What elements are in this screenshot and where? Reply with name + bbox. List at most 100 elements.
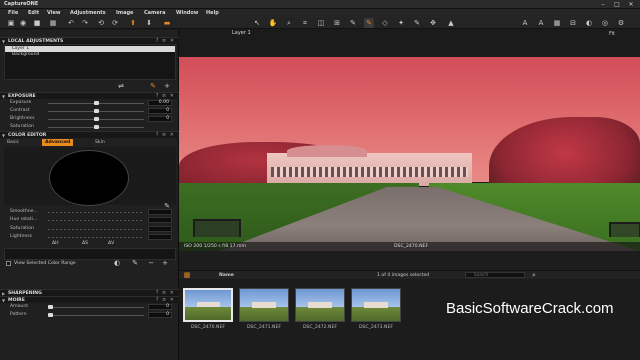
zoom-fit-label[interactable]: Fit bbox=[609, 31, 615, 37]
layer-menu-icon[interactable]: ⇌ bbox=[116, 81, 126, 91]
slider-value-field[interactable] bbox=[148, 209, 172, 215]
slider-value-field[interactable]: 0 bbox=[148, 304, 172, 310]
menu-adjustments[interactable]: Adjustments bbox=[70, 10, 106, 16]
thumbnail[interactable] bbox=[295, 288, 345, 322]
slider-knob[interactable] bbox=[93, 125, 99, 129]
straighten-tool-icon[interactable]: ◫ bbox=[316, 18, 326, 28]
slider-knob[interactable] bbox=[93, 117, 99, 121]
layer-brush-icon[interactable]: ✎ bbox=[148, 81, 158, 91]
moire-header[interactable]: ▼ MOIRE ? ≡ ✕ bbox=[0, 296, 179, 303]
collapse-icon[interactable]: ▼ bbox=[2, 133, 5, 138]
capture-icon[interactable]: ◉ bbox=[18, 18, 28, 28]
sharpening-header[interactable]: ▶ SHARPENING ? ≡ ✕ bbox=[0, 289, 179, 296]
thumbnail[interactable] bbox=[239, 288, 289, 322]
grid-view-icon[interactable]: ▦ bbox=[182, 270, 192, 280]
tab-skin-tone[interactable]: Skin tone bbox=[92, 139, 108, 152]
slider-track[interactable] bbox=[48, 315, 144, 316]
slider-track[interactable] bbox=[48, 307, 144, 308]
slider-value-field[interactable]: 0 bbox=[148, 108, 172, 114]
menu-help[interactable]: Help bbox=[206, 10, 219, 16]
slider-value-field[interactable] bbox=[148, 217, 172, 223]
picker-icon[interactable]: ✎ bbox=[130, 258, 140, 268]
exposure-warning-icon[interactable]: ▲ bbox=[446, 18, 456, 28]
move-tool-icon[interactable]: ✥ bbox=[428, 18, 438, 28]
apply-adjustments-icon[interactable]: ⬇ bbox=[144, 18, 154, 28]
exif-info: ISO 200 1/250 s f/8 17 mm bbox=[184, 244, 246, 249]
menu-file[interactable]: File bbox=[8, 10, 18, 16]
layer-dropdown[interactable]: Layer 1 bbox=[232, 30, 312, 38]
settings-icon[interactable]: ⚙ bbox=[616, 18, 626, 28]
minimize-icon[interactable]: – bbox=[596, 0, 610, 9]
moire-amount-row: Amount 0 bbox=[0, 303, 179, 311]
menu-camera[interactable]: Camera bbox=[144, 10, 165, 16]
tab-advanced[interactable]: Advanced bbox=[42, 139, 74, 146]
maximize-icon[interactable]: □ bbox=[610, 0, 624, 9]
menu-window[interactable]: Window bbox=[176, 10, 198, 16]
text-style-icon[interactable]: A bbox=[536, 18, 546, 28]
slider-knob[interactable] bbox=[93, 109, 99, 113]
cursor-tool-icon[interactable]: ↖ bbox=[252, 18, 262, 28]
delta-s-label: ΔS bbox=[82, 241, 89, 246]
zoom-tool-icon[interactable]: ⌕ bbox=[284, 18, 294, 28]
view-selected-checkbox[interactable] bbox=[6, 261, 11, 266]
add-range-icon[interactable]: + bbox=[160, 258, 170, 268]
slider-value-field[interactable]: 0 bbox=[148, 116, 172, 122]
copy-adjustments-icon[interactable]: ⬆ bbox=[128, 18, 138, 28]
text-icon[interactable]: A bbox=[520, 18, 530, 28]
slider-value-field[interactable] bbox=[148, 234, 172, 240]
rotate-right-icon[interactable]: ⟳ bbox=[110, 18, 120, 28]
tab-basic[interactable]: Basic bbox=[4, 139, 22, 146]
close-icon[interactable]: ✕ bbox=[624, 0, 638, 9]
guides-icon[interactable]: ⊟ bbox=[568, 18, 578, 28]
disk-icon[interactable]: ■ bbox=[32, 18, 42, 28]
sort-dropdown[interactable]: Name bbox=[219, 273, 234, 278]
compare-icon[interactable]: ◐ bbox=[584, 18, 594, 28]
filter-icon[interactable]: ⌕ bbox=[529, 270, 539, 280]
slider-value-field[interactable]: 0.00 bbox=[148, 100, 172, 106]
browser-toolbar: ▦ Name 1 of 4 images selected Search ⌕ bbox=[179, 270, 640, 279]
local-adjustments-header[interactable]: ▼ LOCAL ADJUSTMENTS ? ≡ ✕ bbox=[0, 37, 179, 44]
import-icon[interactable]: ▣ bbox=[6, 18, 16, 28]
browser-icon[interactable]: ▬ bbox=[162, 18, 172, 28]
proof-icon[interactable]: ◎ bbox=[600, 18, 610, 28]
undo-icon[interactable]: ↶ bbox=[66, 18, 76, 28]
heal-tool-icon[interactable]: ✎ bbox=[348, 18, 358, 28]
grid-view-icon[interactable]: ▦ bbox=[552, 18, 562, 28]
remove-range-icon[interactable]: − bbox=[146, 258, 156, 268]
color-editor-header[interactable]: ▼ COLOR EDITOR ? ≡ ✕ bbox=[0, 131, 179, 138]
rotate-left-icon[interactable]: ⟲ bbox=[96, 18, 106, 28]
thumbnail[interactable] bbox=[351, 288, 401, 322]
photo-building-windows bbox=[271, 167, 468, 177]
picker-tool-icon[interactable]: ✦ bbox=[396, 18, 406, 28]
image-viewer[interactable] bbox=[179, 57, 640, 251]
slider-knob[interactable] bbox=[48, 305, 53, 309]
menu-view[interactable]: View bbox=[47, 10, 61, 16]
slider-track[interactable] bbox=[48, 220, 144, 221]
eraser-tool-icon[interactable]: ◇ bbox=[380, 18, 390, 28]
pan-tool-icon[interactable]: ✋ bbox=[268, 18, 278, 28]
slider-value-field[interactable]: 0 bbox=[148, 312, 172, 318]
color-wheel[interactable] bbox=[49, 150, 129, 206]
slider-knob[interactable] bbox=[48, 313, 53, 317]
slider-track[interactable] bbox=[48, 212, 144, 213]
section-controls-icon[interactable]: ? ≡ ✕ bbox=[156, 132, 175, 138]
slider-knob[interactable] bbox=[93, 101, 99, 105]
annotate-tool-icon[interactable]: ✎ bbox=[412, 18, 422, 28]
slider-value-field[interactable] bbox=[148, 226, 172, 232]
color-balance-icon[interactable]: ◐ bbox=[112, 258, 122, 268]
keystone-tool-icon[interactable]: ⊞ bbox=[332, 18, 342, 28]
slider-track[interactable] bbox=[48, 237, 144, 238]
add-layer-icon[interactable]: + bbox=[162, 81, 172, 91]
selection-count: 1 of 4 images selected bbox=[377, 273, 430, 278]
exposure-header[interactable]: ▼ EXPOSURE ? ≡ ✕ bbox=[0, 92, 179, 99]
brush-tool-icon[interactable]: ✎ bbox=[364, 18, 374, 28]
thumbnail[interactable] bbox=[183, 288, 233, 322]
menu-image[interactable]: Image bbox=[116, 10, 133, 16]
redo-icon[interactable]: ↷ bbox=[80, 18, 90, 28]
slider-track[interactable] bbox=[48, 229, 144, 230]
layer-item[interactable]: Background bbox=[5, 52, 175, 58]
crop-tool-icon[interactable]: ⌗ bbox=[300, 18, 310, 28]
menu-edit[interactable]: Edit bbox=[28, 10, 39, 16]
grid-icon[interactable]: ▦ bbox=[48, 18, 58, 28]
search-input[interactable]: Search bbox=[465, 272, 525, 278]
